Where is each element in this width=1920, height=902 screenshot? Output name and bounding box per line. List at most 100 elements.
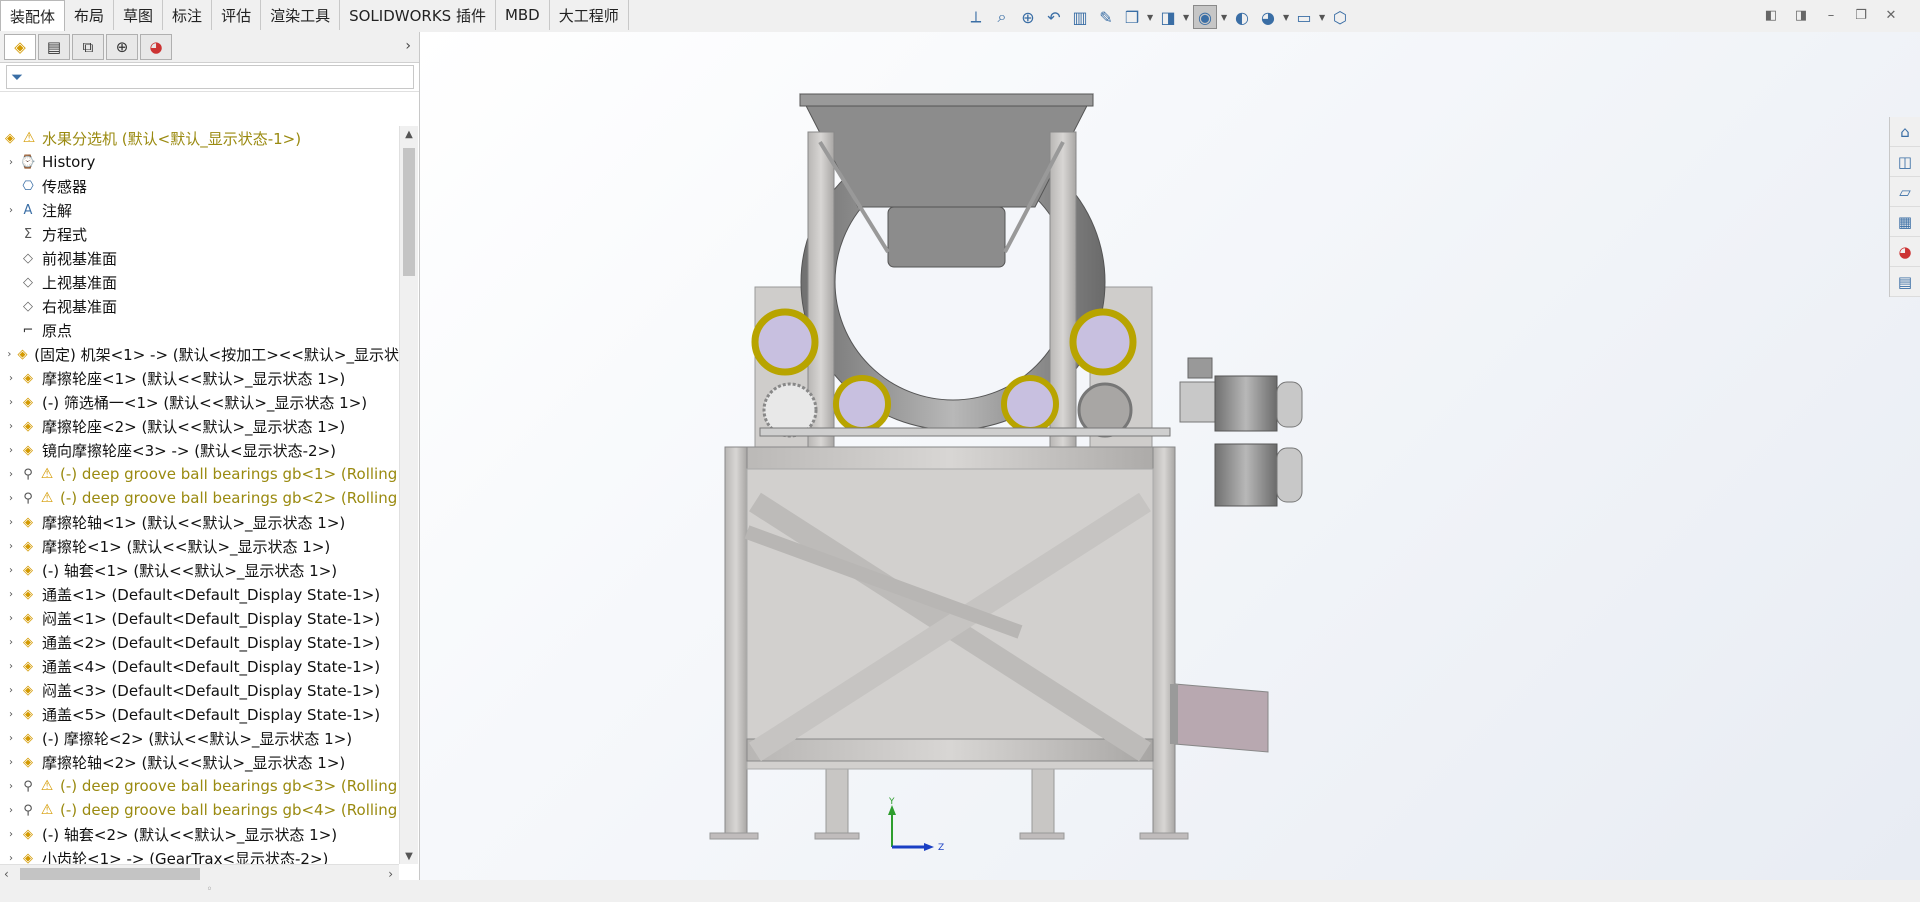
expand-arrow-icon[interactable]: › <box>4 781 18 792</box>
tree-item[interactable]: › ◈ 摩擦轮<1> (默认<<默认>_显示状态 1>) <box>0 534 399 558</box>
expand-arrow-icon[interactable]: › <box>4 565 18 576</box>
tree-root-item[interactable]: ◈ ⚠ 水果分选机 (默认<默认_显示状态-1>) <box>0 126 399 150</box>
file-explorer-icon[interactable]: ▱ <box>1890 177 1920 207</box>
chevron-down-icon[interactable]: ▼ <box>1319 13 1325 22</box>
scroll-up-icon[interactable]: ▲ <box>400 126 418 142</box>
minimize-icon[interactable]: – <box>1822 6 1840 24</box>
tree-item[interactable]: › ◈ 通盖<1> (Default<Default_Display State-1… <box>0 582 399 606</box>
home-icon[interactable]: ⌂ <box>1890 117 1920 147</box>
tree-item[interactable]: › ⚲ ⚠ (-) deep groove ball bearings gb<3> (… <box>0 774 399 798</box>
hide-show-icon[interactable]: ◉ <box>1193 5 1217 29</box>
tree-item[interactable]: ◇ 右视基准面 <box>0 294 399 318</box>
scroll-right-icon[interactable]: › <box>388 867 393 881</box>
expand-arrow-icon[interactable]: › <box>4 709 18 720</box>
dimxpert-manager-tab-icon[interactable]: ⊕ <box>106 34 138 60</box>
section-view-icon[interactable]: ▥ <box>1069 6 1091 28</box>
tree-item[interactable]: › ◈ 摩擦轮座<2> (默认<<默认>_显示状态 1>) <box>0 414 399 438</box>
tab-5[interactable]: 渲染工具 <box>261 0 341 30</box>
expand-arrow-icon[interactable]: › <box>4 541 18 552</box>
chevron-down-icon[interactable]: ▼ <box>1147 13 1153 22</box>
tab-6[interactable]: SOLIDWORKS 插件 <box>340 0 496 30</box>
expand-arrow-icon[interactable]: › <box>4 589 18 600</box>
close-icon[interactable]: ✕ <box>1882 6 1900 24</box>
view-orientation-menu-icon[interactable]: ❒ <box>1121 6 1143 28</box>
tab-4[interactable]: 评估 <box>212 0 262 30</box>
tree-item[interactable]: › ◈ (-) 轴套<1> (默认<<默认>_显示状态 1>) <box>0 558 399 582</box>
tab-1[interactable]: 布局 <box>65 0 115 30</box>
expand-arrow-icon[interactable]: › <box>4 637 18 648</box>
tree-item[interactable]: › ◈ 闷盖<1> (Default<Default_Display State-1… <box>0 606 399 630</box>
previous-view-icon[interactable]: ↶ <box>1043 6 1065 28</box>
tree-item[interactable]: › ◈ 通盖<5> (Default<Default_Display State-1… <box>0 702 399 726</box>
assembly-model[interactable] <box>420 32 1920 880</box>
tree-item[interactable]: ⎔ 传感器 <box>0 174 399 198</box>
apply-scene-icon[interactable]: ◕ <box>1257 6 1279 28</box>
expand-arrow-icon[interactable]: › <box>4 517 18 528</box>
restore-icon[interactable]: ❐ <box>1852 6 1870 24</box>
custom-properties-icon[interactable]: ▤ <box>1890 267 1920 297</box>
tree-item[interactable]: › ◈ 摩擦轮轴<2> (默认<<默认>_显示状态 1>) <box>0 750 399 774</box>
zoom-to-fit-icon[interactable]: ⌕ <box>991 6 1013 28</box>
tree-vertical-scrollbar[interactable]: ▲ ▼ <box>399 126 418 864</box>
expand-arrow-icon[interactable]: › <box>4 805 18 816</box>
tree-item[interactable]: › ◈ (-) 筛选桶一<1> (默认<<默认>_显示状态 1>) <box>0 390 399 414</box>
tree-item[interactable]: › A 注解 <box>0 198 399 222</box>
expand-arrow-icon[interactable]: › <box>4 661 18 672</box>
scroll-thumb[interactable] <box>403 148 415 276</box>
tile-left-icon[interactable]: ◧ <box>1762 6 1780 24</box>
tree-item[interactable]: › ◈ 闷盖<3> (Default<Default_Display State-1… <box>0 678 399 702</box>
graphics-area[interactable]: Y Z ⌂ ◫ ▱ ▦ ◕ ▤ <box>420 32 1920 880</box>
tile-right-icon[interactable]: ◨ <box>1792 6 1810 24</box>
expand-arrow-icon[interactable]: › <box>4 757 18 768</box>
scroll-thumb[interactable] <box>20 868 200 880</box>
tree-item[interactable]: › ⌚ History <box>0 150 399 174</box>
zoom-area-icon[interactable]: ⊕ <box>1017 6 1039 28</box>
tree-item[interactable]: ⌐ 原点 <box>0 318 399 342</box>
tree-item[interactable]: › ⚲ ⚠ (-) deep groove ball bearings gb<2> (… <box>0 486 399 510</box>
tree-item[interactable]: › ◈ 通盖<2> (Default<Default_Display State-1… <box>0 630 399 654</box>
expand-arrow-icon[interactable]: › <box>4 853 18 864</box>
edit-appearance-icon[interactable]: ◐ <box>1231 6 1253 28</box>
tree-item[interactable]: › ◈ (-) 轴套<2> (默认<<默认>_显示状态 1>) <box>0 822 399 846</box>
scroll-left-icon[interactable]: ‹ <box>4 867 9 881</box>
tab-0[interactable]: 装配体 <box>0 0 66 31</box>
property-manager-tab-icon[interactable]: ▤ <box>38 34 70 60</box>
tree-item[interactable]: › ◈ 摩擦轮轴<1> (默认<<默认>_显示状态 1>) <box>0 510 399 534</box>
expand-arrow-icon[interactable]: › <box>4 829 18 840</box>
tab-2[interactable]: 草图 <box>114 0 164 30</box>
expand-arrow-icon[interactable]: › <box>4 349 15 360</box>
tree-item[interactable]: › ◈ (固定) 机架<1> -> (默认<按加工><<默认>_显示状 <box>0 342 399 366</box>
tab-8[interactable]: 大工程师 <box>549 0 629 30</box>
expand-arrow-icon[interactable]: › <box>4 157 18 168</box>
expand-arrow-icon[interactable]: › <box>4 613 18 624</box>
expand-arrow-icon[interactable]: › <box>4 205 18 216</box>
tree-item[interactable]: › ◈ 通盖<4> (Default<Default_Display State-1… <box>0 654 399 678</box>
expand-arrow-icon[interactable]: › <box>4 397 18 408</box>
tree-filter-input[interactable]: ⏷ <box>6 65 414 89</box>
tree-item[interactable]: › ⚲ ⚠ (-) deep groove ball bearings gb<1> (… <box>0 462 399 486</box>
view-palette-icon[interactable]: ▦ <box>1890 207 1920 237</box>
view-orientation-icon[interactable]: ⟂ <box>965 6 987 28</box>
configuration-manager-tab-icon[interactable]: ⧉ <box>72 34 104 60</box>
expand-arrow-icon[interactable]: › <box>4 469 18 480</box>
tree-item[interactable]: Σ 方程式 <box>0 222 399 246</box>
3d-box-icon[interactable]: ⬡ <box>1329 6 1351 28</box>
expand-arrow-icon[interactable]: › <box>4 493 18 504</box>
expand-arrow-icon[interactable]: › <box>4 733 18 744</box>
display-style-icon[interactable]: ◨ <box>1157 6 1179 28</box>
panel-resize-grip[interactable]: ◦ <box>0 884 419 902</box>
tree-horizontal-scrollbar[interactable]: ‹ › <box>0 864 399 883</box>
tree-item[interactable]: ◇ 前视基准面 <box>0 246 399 270</box>
expand-arrow-icon[interactable]: › <box>4 445 18 456</box>
tree-item[interactable]: › ◈ (-) 摩擦轮<2> (默认<<默认>_显示状态 1>) <box>0 726 399 750</box>
expand-arrow-icon[interactable]: › <box>4 685 18 696</box>
appearances-icon[interactable]: ◕ <box>1890 237 1920 267</box>
tree-item[interactable]: › ◈ 摩擦轮座<1> (默认<<默认>_显示状态 1>) <box>0 366 399 390</box>
chevron-right-icon[interactable]: › <box>405 38 411 54</box>
feature-manager-tab-icon[interactable]: ◈ <box>4 34 36 60</box>
tab-7[interactable]: MBD <box>495 0 550 30</box>
tree-item[interactable]: › ⚲ ⚠ (-) deep groove ball bearings gb<4> (… <box>0 798 399 822</box>
design-library-icon[interactable]: ◫ <box>1890 147 1920 177</box>
chevron-down-icon[interactable]: ▼ <box>1183 13 1189 22</box>
display-manager-tab-icon[interactable]: ◕ <box>140 34 172 60</box>
